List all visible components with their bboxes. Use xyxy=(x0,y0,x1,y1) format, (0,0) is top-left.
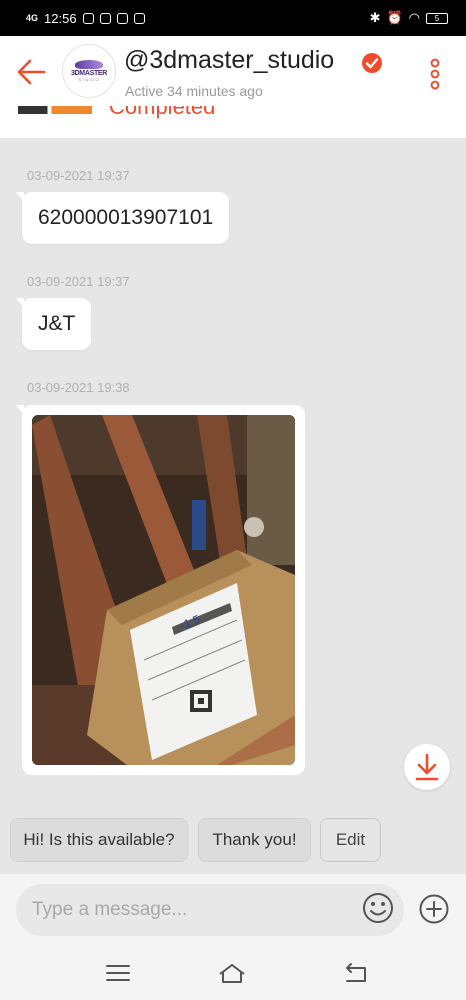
battery-level: 5 xyxy=(434,13,440,23)
back-nav-icon[interactable] xyxy=(341,960,371,986)
home-icon[interactable] xyxy=(217,960,247,986)
network-indicator: 4G xyxy=(26,13,39,23)
image-message-bubble[interactable]: -1.5 xyxy=(16,405,305,775)
shop-avatar[interactable]: 3DMASTER STUDIO xyxy=(62,44,116,98)
wifi-icon: ◠ xyxy=(408,10,420,25)
message-bubble[interactable]: J&T xyxy=(16,298,92,350)
quick-reply-chip[interactable]: Thank you! xyxy=(198,818,311,862)
plus-icon[interactable] xyxy=(418,893,450,925)
status-bar: 4G 12:56 ✱ ⏰ ◠ 5 xyxy=(0,0,466,36)
active-status: Active 34 minutes ago xyxy=(125,83,263,99)
message-input[interactable] xyxy=(16,884,404,936)
emoji-icon[interactable] xyxy=(361,891,395,925)
system-navigation-bar xyxy=(0,946,466,1000)
avatar-logo-text: 3DMASTER xyxy=(70,70,108,77)
download-icon xyxy=(415,753,439,781)
verified-badge-icon xyxy=(362,53,382,73)
order-card[interactable]: Completed xyxy=(0,106,466,138)
battery-icon: 5 xyxy=(426,12,448,24)
composer-bar xyxy=(0,874,466,946)
bluetooth-icon: ✱ xyxy=(369,10,381,25)
message-text: J&T xyxy=(38,312,76,335)
message-bubble[interactable]: 620000013907101 xyxy=(16,192,230,244)
shop-name[interactable]: @3dmaster_studio xyxy=(124,46,334,75)
alarm-icon: ⏰ xyxy=(386,10,403,25)
message-timestamp: 03-09-2021 19:38 xyxy=(27,380,130,395)
menu-icon[interactable] xyxy=(103,960,133,986)
message-timestamp: 03-09-2021 19:37 xyxy=(27,274,130,289)
parcel-photo[interactable]: -1.5 xyxy=(32,415,295,765)
status-time: 12:56 xyxy=(44,10,77,26)
back-button[interactable] xyxy=(14,54,50,90)
more-options-icon[interactable] xyxy=(426,58,444,90)
order-status: Completed xyxy=(109,106,216,119)
message-text: 620000013907101 xyxy=(38,206,214,229)
download-button[interactable] xyxy=(404,744,450,790)
chat-header: 3DMASTER STUDIO @3dmaster_studio Active … xyxy=(0,36,466,106)
logo-mark-icon xyxy=(75,60,103,69)
order-thumbnail xyxy=(18,106,92,114)
messenger-icon xyxy=(82,12,94,24)
back-arrow-icon xyxy=(17,59,46,85)
edit-quick-replies-button[interactable]: Edit xyxy=(320,818,381,862)
gallery-icon xyxy=(133,12,145,24)
app-icon xyxy=(116,12,128,24)
avatar-logo-subtext: STUDIO xyxy=(78,77,100,82)
facebook-icon xyxy=(99,12,111,24)
quick-reply-chip[interactable]: Hi! Is this available? xyxy=(10,818,188,862)
message-timestamp: 03-09-2021 19:37 xyxy=(27,168,130,183)
